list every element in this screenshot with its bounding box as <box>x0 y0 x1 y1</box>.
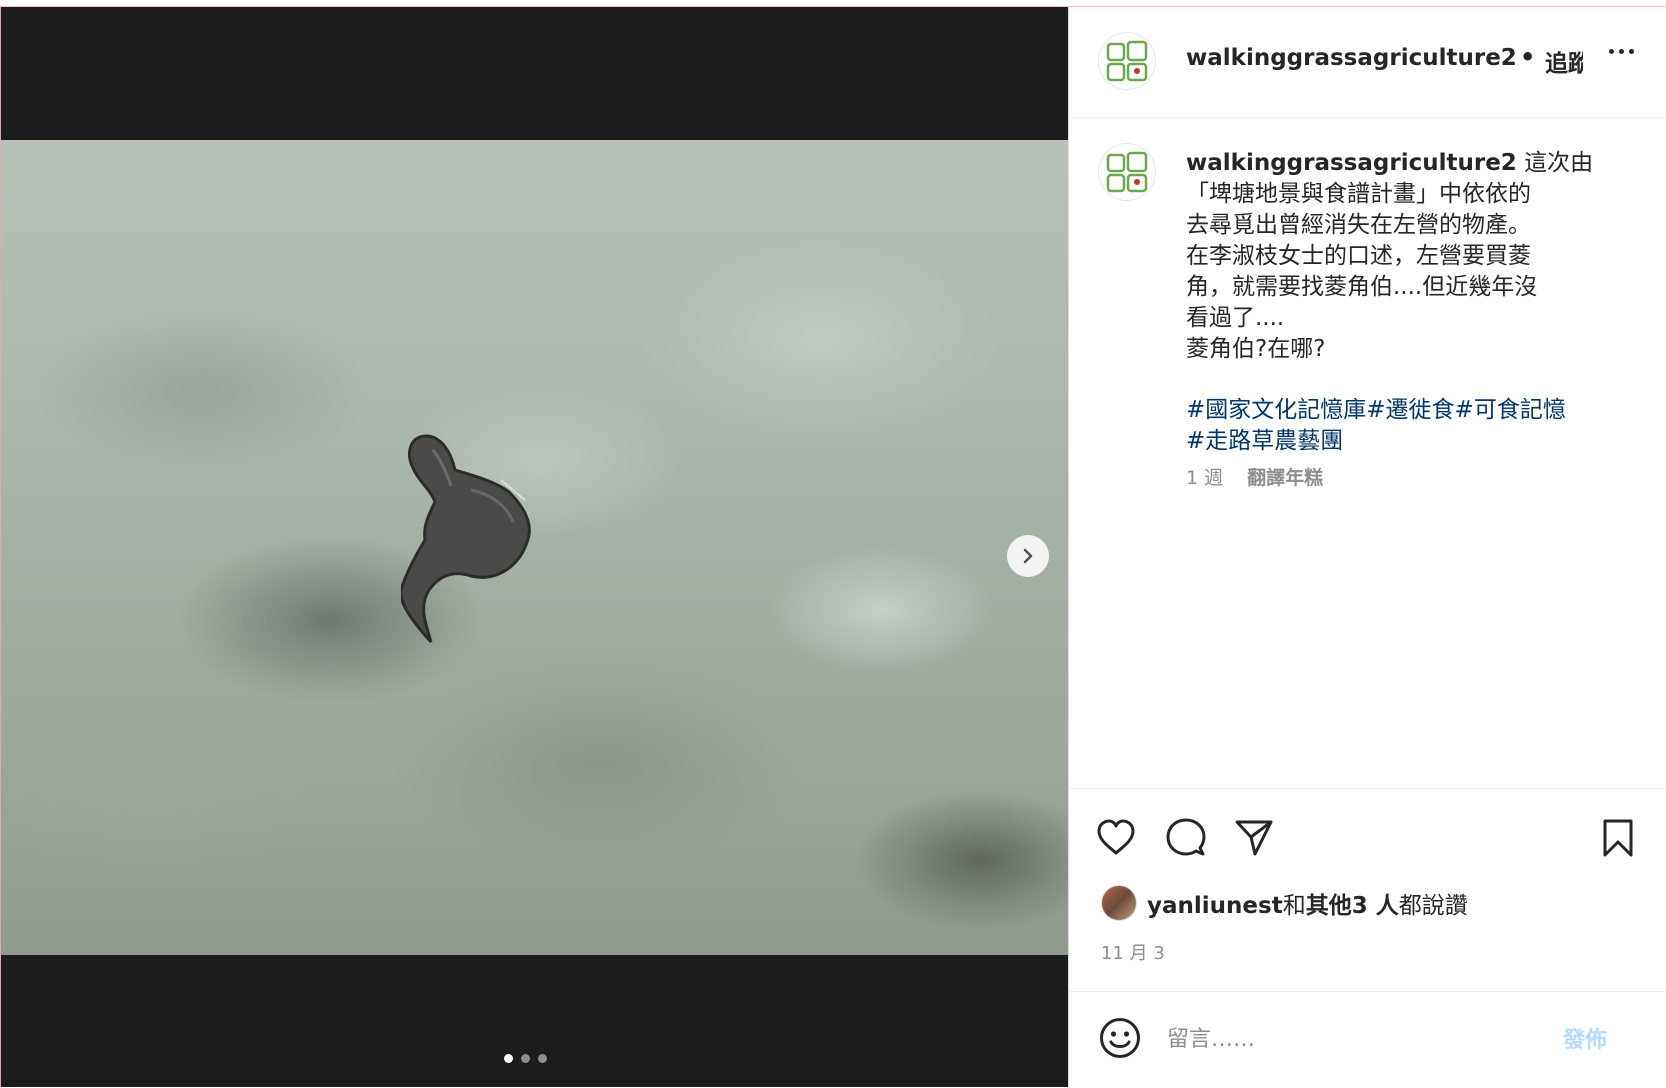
caption-line: 這次由 <box>1524 150 1594 176</box>
likes-connector: 和 <box>1282 893 1306 919</box>
share-button[interactable] <box>1232 816 1276 860</box>
caption-line: 在李淑枝女士的口述，左營要買菱 <box>1186 243 1531 269</box>
post-comment-button[interactable]: 發佈 <box>1563 1022 1607 1054</box>
caption-section: walkinggrassagriculture2 這次由 「埤塘地景與食譜計畫」… <box>1069 118 1666 788</box>
liker-username[interactable]: yanliunest <box>1147 893 1283 919</box>
hashtag-links[interactable]: #走路草農藝團 <box>1186 426 1626 457</box>
hashtag-links[interactable]: #國家文化記憶庫#遷徙食#可食記憶 <box>1186 395 1626 426</box>
caption-line: 看過了.... <box>1186 305 1285 331</box>
follow-button[interactable]: 追蹤 <box>1545 44 1583 78</box>
likes-others[interactable]: 其他3 人 <box>1306 893 1399 919</box>
caption-line: 菱角伯?在哪? <box>1186 336 1326 362</box>
caption-meta: 1 週 翻譯年糕 <box>1186 463 1323 490</box>
caption-line: 去尋覓出曾經消失在左營的物產。 <box>1186 212 1531 238</box>
action-bar: yanliunest和其他3 人都說讚 11 月 3 <box>1069 788 1666 989</box>
post-header: walkinggrassagriculture2 • 追蹤 <box>1069 7 1666 118</box>
liker-avatar[interactable] <box>1101 885 1137 921</box>
like-button[interactable] <box>1094 816 1138 860</box>
heart-icon <box>1097 819 1135 855</box>
paper-plane-icon <box>1235 820 1273 856</box>
bookmark-icon <box>1603 819 1633 857</box>
caption-line: 「埤塘地景與食譜計畫」中依依的 <box>1186 181 1531 207</box>
post-photo <box>1 140 1068 955</box>
caption-username[interactable]: walkinggrassagriculture2 <box>1186 150 1517 176</box>
translate-link[interactable]: 翻譯年糕 <box>1247 463 1323 490</box>
logo-icon <box>1106 40 1148 82</box>
caption-line: 角，就需要找菱角伯....但近幾年沒 <box>1186 274 1538 300</box>
floating-water-caltrop <box>401 434 531 644</box>
window-top-edge <box>0 0 1666 7</box>
post-details-panel: walkinggrassagriculture2 • 追蹤 walkinggra… <box>1068 7 1666 1087</box>
caption-avatar[interactable] <box>1098 143 1156 201</box>
separator-dot: • <box>1520 43 1536 71</box>
time-ago: 1 週 <box>1186 467 1224 489</box>
username-link[interactable]: walkinggrassagriculture2 <box>1186 45 1517 71</box>
comment-icon <box>1166 818 1206 856</box>
emoji-button[interactable] <box>1099 1017 1141 1063</box>
comment-input[interactable] <box>1165 1020 1529 1058</box>
more-horizontal-icon[interactable] <box>1609 49 1634 54</box>
carousel-dot <box>538 1054 547 1063</box>
logo-icon <box>1106 151 1148 193</box>
profile-avatar[interactable] <box>1098 32 1156 90</box>
save-button[interactable] <box>1596 816 1640 860</box>
carousel-indicator <box>504 1054 547 1063</box>
comment-composer: 發佈 <box>1069 991 1666 1088</box>
carousel-dot-active <box>504 1054 513 1063</box>
likes-summary[interactable]: yanliunest和其他3 人都說讚 <box>1101 885 1468 921</box>
chevron-right-icon <box>1023 548 1033 564</box>
carousel-dot <box>521 1054 530 1063</box>
post-media <box>1 7 1068 1087</box>
carousel-next-button[interactable] <box>1007 535 1049 577</box>
likes-suffix: 都說讚 <box>1398 893 1468 919</box>
comment-button[interactable] <box>1164 816 1208 860</box>
emoji-icon <box>1100 1018 1140 1058</box>
post-date[interactable]: 11 月 3 <box>1101 939 1165 965</box>
caption-text: walkinggrassagriculture2 這次由 「埤塘地景與食譜計畫」… <box>1186 148 1626 457</box>
